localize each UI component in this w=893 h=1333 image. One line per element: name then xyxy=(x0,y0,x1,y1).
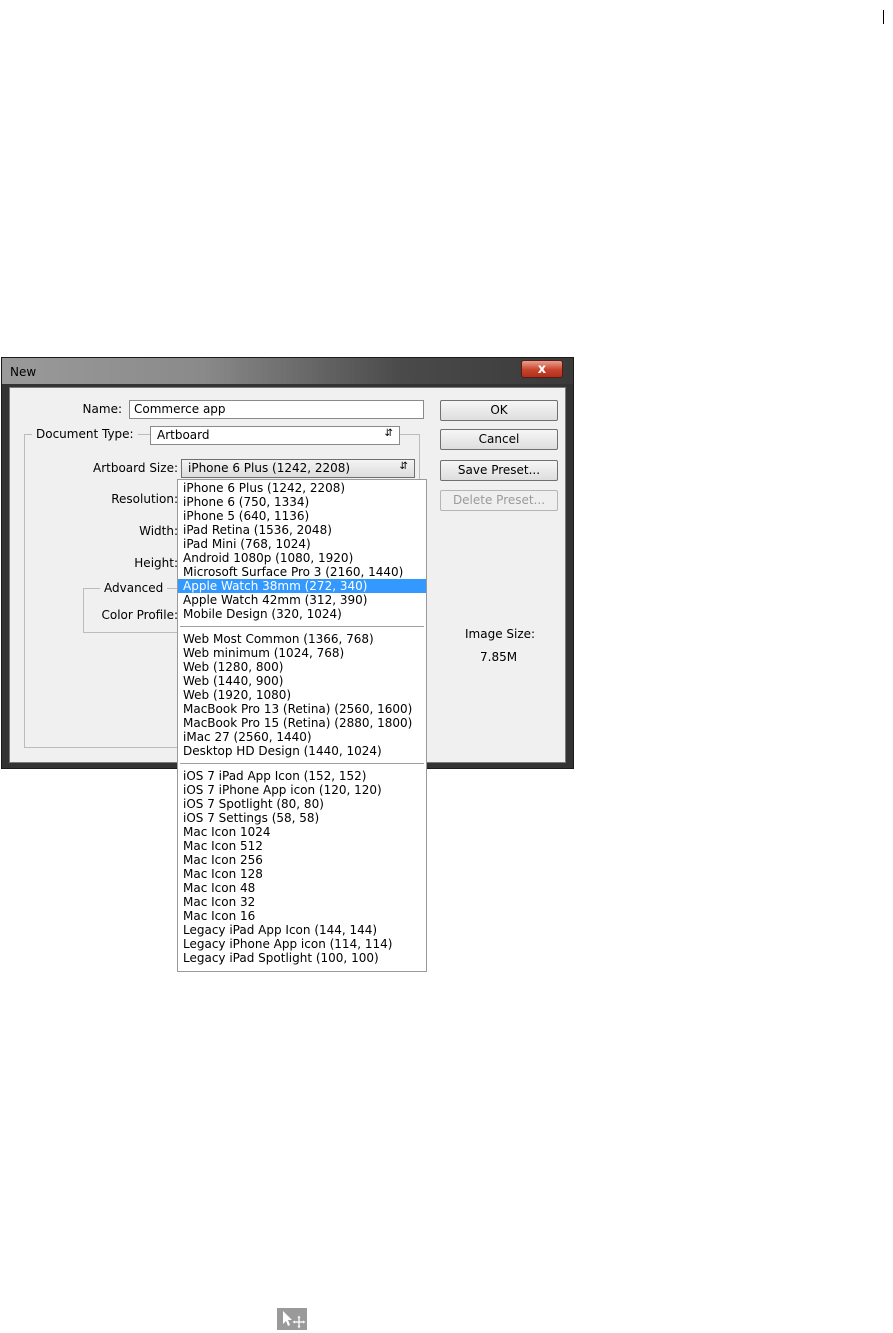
dropdown-option[interactable]: iOS 7 iPhone App icon (120, 120) xyxy=(178,783,426,797)
dropdown-option[interactable]: iOS 7 Spotlight (80, 80) xyxy=(178,797,426,811)
dropdown-option[interactable]: iPad Retina (1536, 2048) xyxy=(178,523,426,537)
close-button[interactable]: x xyxy=(521,360,563,378)
dropdown-option[interactable]: iPad Mini (768, 1024) xyxy=(178,537,426,551)
dropdown-option[interactable]: Mac Icon 32 xyxy=(178,895,426,909)
dropdown-separator xyxy=(180,626,424,627)
cancel-button[interactable]: Cancel xyxy=(440,429,558,450)
dropdown-option[interactable]: Mac Icon 48 xyxy=(178,881,426,895)
artboard-move-cursor-icon xyxy=(277,1308,307,1330)
dialog-titlebar[interactable]: New x xyxy=(2,358,573,384)
dropdown-option[interactable]: Legacy iPad Spotlight (100, 100) xyxy=(178,951,426,965)
dropdown-option[interactable]: MacBook Pro 15 (Retina) (2880, 1800) xyxy=(178,716,426,730)
dropdown-option[interactable]: iPhone 6 (750, 1334) xyxy=(178,495,426,509)
dropdown-option[interactable]: Mobile Design (320, 1024) xyxy=(178,607,426,621)
dropdown-option[interactable]: iOS 7 Settings (58, 58) xyxy=(178,811,426,825)
width-label: Width: xyxy=(139,524,178,538)
dropdown-option[interactable]: iMac 27 (2560, 1440) xyxy=(178,730,426,744)
dropdown-option[interactable]: Legacy iPad App Icon (144, 144) xyxy=(178,923,426,937)
close-icon: x xyxy=(537,362,547,377)
document-type-select[interactable]: Artboard ⇵ xyxy=(150,426,400,445)
ok-button[interactable]: OK xyxy=(440,400,558,421)
artboard-size-select[interactable]: iPhone 6 Plus (1242, 2208) ⇵ xyxy=(181,459,415,478)
select-arrows-icon: ⇵ xyxy=(399,461,408,472)
color-profile-label: Color Profile: xyxy=(101,608,179,622)
dropdown-option[interactable]: Web (1920, 1080) xyxy=(178,688,426,702)
dropdown-option[interactable]: Mac Icon 256 xyxy=(178,853,426,867)
save-preset-button[interactable]: Save Preset... xyxy=(440,460,558,481)
dropdown-option[interactable]: iPhone 6 Plus (1242, 2208) xyxy=(178,481,426,495)
dropdown-option[interactable]: Apple Watch 42mm (312, 390) xyxy=(178,593,426,607)
dropdown-option[interactable]: Mac Icon 1024 xyxy=(178,825,426,839)
name-input[interactable]: Commerce app xyxy=(129,400,424,419)
dropdown-option[interactable]: Web (1280, 800) xyxy=(178,660,426,674)
page-edge-marker xyxy=(883,10,884,24)
dropdown-option[interactable]: Web minimum (1024, 768) xyxy=(178,646,426,660)
artboard-size-value: iPhone 6 Plus (1242, 2208) xyxy=(188,461,351,475)
dropdown-option[interactable]: Microsoft Surface Pro 3 (2160, 1440) xyxy=(178,565,426,579)
document-type-label: Document Type: xyxy=(32,427,138,441)
artboard-size-dropdown-list[interactable]: iPhone 6 Plus (1242, 2208) iPhone 6 (750,… xyxy=(177,479,427,972)
cursor-arrow-icon xyxy=(283,1311,306,1329)
dropdown-option[interactable]: Apple Watch 38mm (272, 340) xyxy=(178,579,426,593)
resolution-label: Resolution: xyxy=(111,492,178,506)
height-label: Height: xyxy=(134,556,178,570)
delete-preset-button[interactable]: Delete Preset... xyxy=(440,490,558,511)
advanced-label[interactable]: Advanced xyxy=(100,581,168,595)
dropdown-option[interactable]: Android 1080p (1080, 1920) xyxy=(178,551,426,565)
dropdown-option[interactable]: Desktop HD Design (1440, 1024) xyxy=(178,744,426,758)
dropdown-option[interactable]: Mac Icon 16 xyxy=(178,909,426,923)
artboard-size-label: Artboard Size: xyxy=(93,461,178,475)
dropdown-option[interactable]: Mac Icon 128 xyxy=(178,867,426,881)
image-size-label: Image Size: xyxy=(465,627,536,641)
dropdown-option[interactable]: iOS 7 iPad App Icon (152, 152) xyxy=(178,769,426,783)
name-label: Name: xyxy=(82,402,122,416)
dropdown-option[interactable]: Mac Icon 512 xyxy=(178,839,426,853)
dropdown-option[interactable]: MacBook Pro 13 (Retina) (2560, 1600) xyxy=(178,702,426,716)
image-size-value: 7.85M xyxy=(480,650,518,664)
select-arrows-icon: ⇵ xyxy=(384,428,393,439)
dialog-title: New xyxy=(10,365,37,379)
document-type-value: Artboard xyxy=(157,428,210,442)
dropdown-option[interactable]: iPhone 5 (640, 1136) xyxy=(178,509,426,523)
dropdown-option[interactable]: Web Most Common (1366, 768) xyxy=(178,632,426,646)
dropdown-separator xyxy=(180,763,424,764)
dropdown-option[interactable]: Legacy iPhone App icon (114, 114) xyxy=(178,937,426,951)
dropdown-option[interactable]: Web (1440, 900) xyxy=(178,674,426,688)
